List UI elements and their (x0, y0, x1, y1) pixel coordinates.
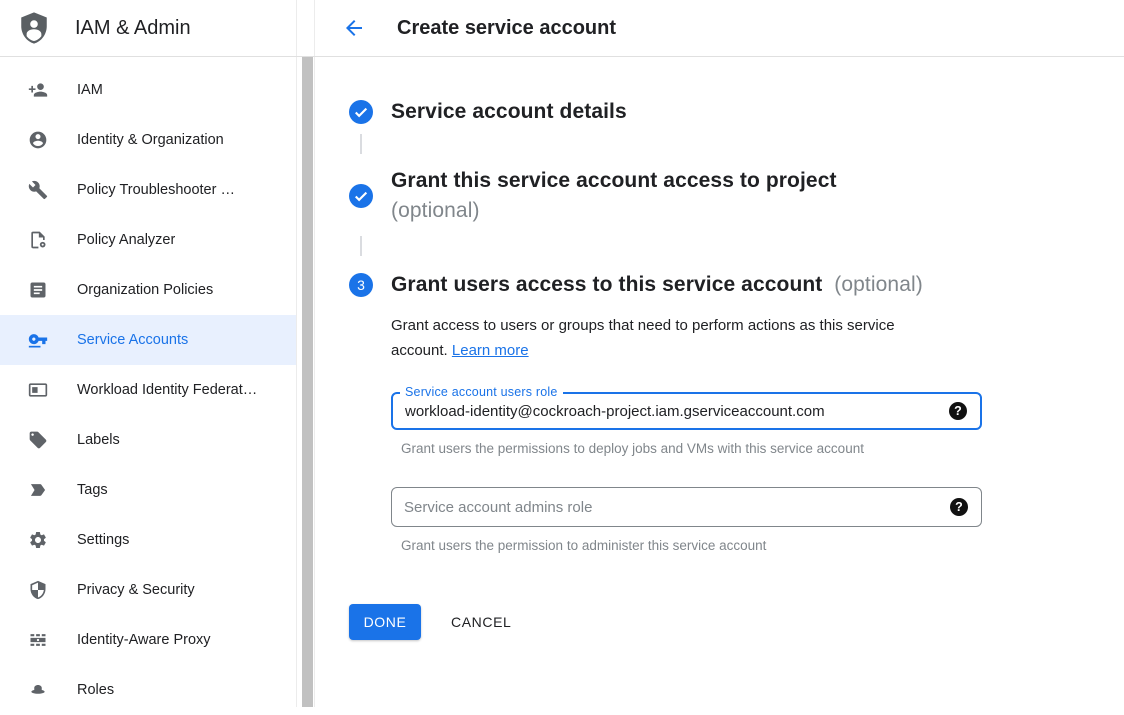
shield-half-icon (28, 580, 48, 600)
step-complete-icon (349, 100, 373, 124)
field-helper-text: Grant users the permission to administer… (401, 538, 1124, 553)
sidebar-item-privacy-security[interactable]: Privacy & Security (0, 565, 296, 615)
service-account-users-role-field[interactable]: Service account users role ? (391, 392, 982, 430)
service-account-admins-role-input[interactable] (392, 499, 981, 516)
field-label: Service account users role (400, 385, 563, 399)
back-button[interactable] (342, 16, 366, 40)
sidebar-item-label: Service Accounts (77, 332, 188, 348)
help-icon[interactable]: ? (950, 498, 968, 516)
wizard-content: Service account details Grant this servi… (315, 56, 1124, 640)
sidebar-item-workload-identity-federat[interactable]: Workload Identity Federat… (0, 365, 296, 415)
header-divider (0, 56, 1124, 57)
sidebar-item-iam[interactable]: IAM (0, 65, 296, 115)
step-3-body: Grant access to users or groups that nee… (391, 313, 1124, 553)
step-number-badge: 3 (349, 273, 373, 297)
service-account-users-role-input[interactable] (393, 403, 980, 420)
account-circle-icon (28, 130, 48, 150)
document-lines-icon (28, 280, 48, 300)
sidebar-item-identity-organization[interactable]: Identity & Organization (0, 115, 296, 165)
arrow-tag-icon (28, 480, 48, 500)
service-account-key-icon (28, 330, 48, 350)
action-buttons: DONE CANCEL (349, 604, 1124, 640)
main-panel: Create service account Service account d… (315, 0, 1124, 707)
optional-label: (optional) (391, 196, 837, 226)
sidebar-item-policy-troubleshooter[interactable]: Policy Troubleshooter … (0, 165, 296, 215)
sidebar-item-identity-aware-proxy[interactable]: Identity-Aware Proxy (0, 615, 296, 665)
wrench-icon (28, 180, 48, 200)
sidebar-item-label: Tags (77, 482, 108, 498)
step-1-service-account-details[interactable]: Service account details (349, 97, 1124, 127)
sidebar: IAM & Admin IAM Identity & Organization Po… (0, 0, 296, 707)
learn-more-link[interactable]: Learn more (452, 342, 529, 359)
sidebar-item-label: Policy Troubleshooter … (77, 182, 235, 198)
sidebar-item-label: IAM (77, 82, 103, 98)
sidebar-item-label: Workload Identity Federat… (77, 382, 257, 398)
service-account-admins-role-field[interactable]: ? (391, 487, 982, 527)
help-icon[interactable]: ? (949, 402, 967, 420)
step-2-grant-access-to-project[interactable]: Grant this service account access to pro… (349, 166, 1124, 226)
step-title: Service account details (391, 97, 627, 127)
sidebar-item-service-accounts[interactable]: Service Accounts (0, 315, 296, 365)
sidebar-item-label: Organization Policies (77, 282, 213, 298)
sidebar-header: IAM & Admin (0, 0, 296, 56)
arrow-back-icon (342, 16, 366, 40)
page-title: Create service account (397, 17, 616, 40)
badge-card-icon (28, 380, 48, 400)
cancel-button[interactable]: CANCEL (451, 614, 511, 630)
step-connector (360, 236, 362, 256)
person-add-icon (28, 80, 48, 100)
step-connector (360, 134, 362, 154)
gear-icon (28, 530, 48, 550)
hat-icon (28, 680, 48, 700)
sidebar-item-settings[interactable]: Settings (0, 515, 296, 565)
done-button[interactable]: DONE (349, 604, 421, 640)
sidebar-item-label: Identity & Organization (77, 132, 224, 148)
field-helper-text: Grant users the permissions to deploy jo… (401, 441, 1124, 456)
sidebar-nav: IAM Identity & Organization Policy Trouble… (0, 56, 296, 715)
sidebar-item-labels[interactable]: Labels (0, 415, 296, 465)
step-3-grant-users-access[interactable]: 3 Grant users access to this service acc… (349, 270, 1124, 300)
sidebar-item-tags[interactable]: Tags (0, 465, 296, 515)
proxy-frame-icon (28, 630, 48, 650)
step-complete-icon (349, 184, 373, 208)
step-description: Grant access to users or groups that nee… (391, 313, 951, 363)
sidebar-item-label: Identity-Aware Proxy (77, 632, 211, 648)
page-header: Create service account (315, 0, 1124, 56)
sidebar-item-label: Privacy & Security (77, 582, 195, 598)
sidebar-item-roles[interactable]: Roles (0, 665, 296, 715)
sidebar-item-label: Policy Analyzer (77, 232, 175, 248)
sidebar-scrollbar-track (296, 0, 315, 707)
sidebar-item-organization-policies[interactable]: Organization Policies (0, 265, 296, 315)
label-tag-icon (28, 430, 48, 450)
sidebar-item-label: Settings (77, 532, 129, 548)
sidebar-title: IAM & Admin (75, 17, 191, 40)
step-title: Grant this service account access to pro… (391, 166, 837, 226)
iam-shield-icon (17, 10, 51, 46)
document-gear-icon (28, 230, 48, 250)
step-title: Grant users access to this service accou… (391, 270, 923, 300)
sidebar-scrollbar[interactable] (302, 57, 313, 707)
sidebar-item-policy-analyzer[interactable]: Policy Analyzer (0, 215, 296, 265)
sidebar-item-label: Roles (77, 682, 114, 698)
sidebar-item-label: Labels (77, 432, 120, 448)
